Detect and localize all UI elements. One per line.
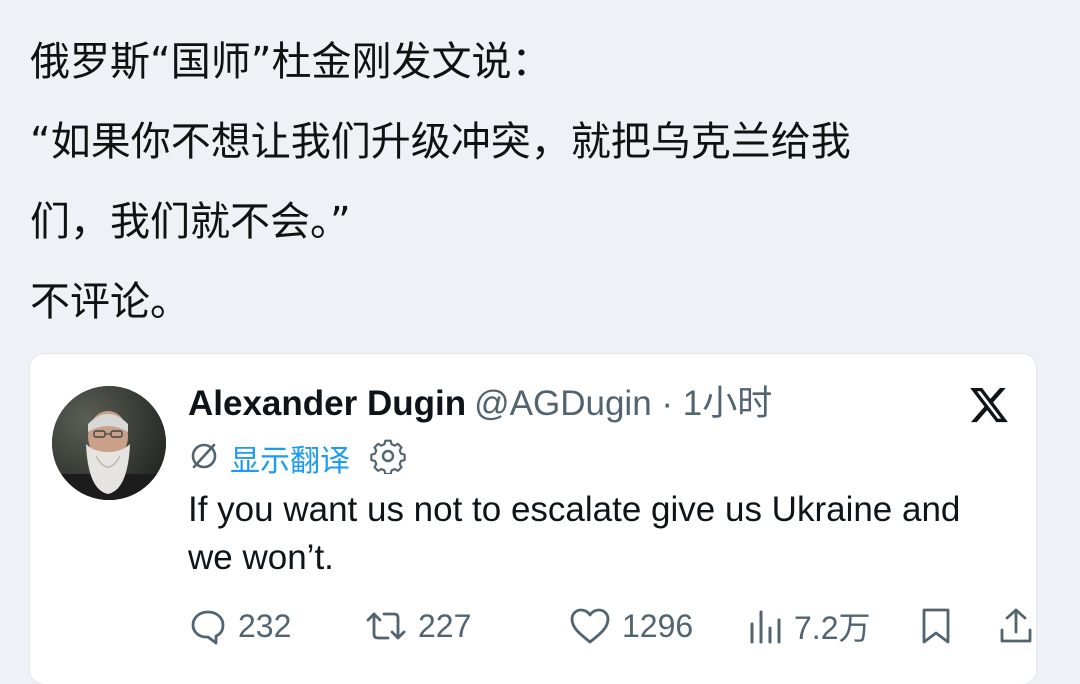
tweet-header: Alexander Dugin @AGDugin · 1小时 <box>188 380 772 428</box>
repost-count: 227 <box>418 607 472 644</box>
tweet-body: If you want us not to escalate give us U… <box>188 490 961 577</box>
like-count: 1296 <box>622 607 694 644</box>
reply-icon <box>188 606 228 646</box>
reply-button[interactable]: 232 <box>188 604 291 648</box>
post-line-1: 俄罗斯“国师”杜金刚发文说： <box>30 39 552 85</box>
gear-icon[interactable] <box>370 438 406 478</box>
x-logo[interactable] <box>968 384 1010 426</box>
translate-slash-icon <box>188 440 220 476</box>
avatar-portrait <box>52 386 166 500</box>
author-handle-time[interactable]: @AGDugin · 1小时 <box>474 384 772 423</box>
share-button[interactable] <box>998 604 1034 648</box>
author-name[interactable]: Alexander Dugin <box>188 384 466 423</box>
tweet-actions: 232 227 1296 7.2万 <box>188 604 1032 648</box>
bookmark-button[interactable] <box>918 604 954 648</box>
bookmark-icon <box>918 606 954 646</box>
post-line-3: 们，我们就不会。” <box>30 199 351 245</box>
translate-row: 显示翻译 <box>188 436 406 480</box>
post-text: 俄罗斯“国师”杜金刚发文说： “如果你不想让我们升级冲突，就把乌克兰给我 们，我… <box>30 22 1040 342</box>
views-button[interactable]: 7.2万 <box>748 604 871 648</box>
show-translation-link[interactable]: 显示翻译 <box>230 436 350 480</box>
like-button[interactable]: 1296 <box>568 604 693 648</box>
repost-icon <box>364 606 408 646</box>
reply-count: 232 <box>238 607 292 644</box>
x-logo-icon <box>970 387 1008 423</box>
analytics-icon <box>748 606 784 646</box>
avatar[interactable] <box>52 386 166 500</box>
share-icon <box>998 606 1034 646</box>
post-line-4: 不评论。 <box>30 279 190 325</box>
embedded-tweet-card[interactable]: Alexander Dugin @AGDugin · 1小时 显示翻译 If yo… <box>30 354 1036 684</box>
repost-button[interactable]: 227 <box>364 604 471 648</box>
post-line-2: “如果你不想让我们升级冲突，就把乌克兰给我 <box>30 119 851 165</box>
view-count: 7.2万 <box>794 610 871 646</box>
heart-icon <box>568 606 612 646</box>
